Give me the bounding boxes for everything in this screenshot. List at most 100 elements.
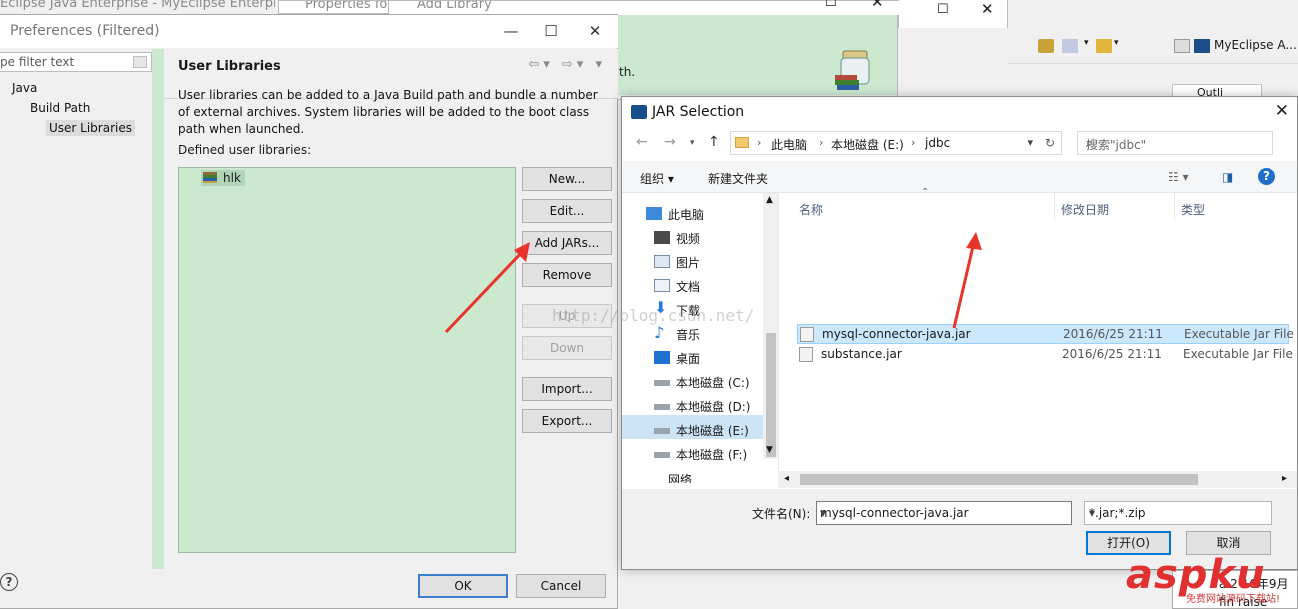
drive-icon bbox=[654, 404, 670, 410]
scroll-left-icon[interactable]: ◂ bbox=[784, 473, 789, 484]
forward-icon[interactable]: → bbox=[664, 134, 676, 150]
close-icon[interactable]: ✕ bbox=[584, 21, 606, 41]
cancel-button[interactable]: Cancel bbox=[516, 574, 606, 598]
properties-window[interactable]: Properties for bbox=[278, 0, 393, 14]
add-library-text: th. bbox=[619, 65, 636, 79]
chevron-down-icon[interactable]: ▾ bbox=[1114, 38, 1119, 48]
nav-item-drive-c[interactable]: 本地磁盘 (C:) bbox=[654, 374, 750, 391]
nav-item-drive-e[interactable]: 本地磁盘 (E:) bbox=[654, 422, 749, 439]
filter-input[interactable]: pe filter text bbox=[0, 52, 152, 72]
chevron-down-icon[interactable]: ▾ bbox=[690, 138, 695, 148]
column-divider[interactable] bbox=[1054, 193, 1055, 219]
preferences-window: Preferences (Filtered) — ☐ ✕ pe filter t… bbox=[0, 14, 618, 609]
chevron-down-icon[interactable]: ▾ bbox=[820, 506, 1066, 520]
remove-button[interactable]: Remove bbox=[522, 263, 612, 287]
dialog-titlebar: JAR Selection ✕ bbox=[622, 97, 1297, 127]
list-item[interactable]: hlk bbox=[201, 170, 245, 186]
chevron-right-icon: › bbox=[819, 136, 824, 149]
new-button[interactable]: New... bbox=[522, 167, 612, 191]
tree-item-build-path[interactable]: Build Path bbox=[30, 101, 90, 115]
table-row[interactable]: substance.jar 2016/6/25 21:11 Executable… bbox=[797, 345, 1293, 365]
minimize-icon[interactable]: — bbox=[500, 21, 522, 41]
chevron-down-icon[interactable]: ▾ bbox=[1084, 38, 1089, 48]
search-input[interactable]: 搜索"jdbc" ⌕ bbox=[1077, 131, 1273, 155]
nav-item-drive-f[interactable]: 本地磁盘 (F:) bbox=[654, 446, 747, 463]
nav-item-pictures[interactable]: 图片 bbox=[654, 254, 700, 271]
nav-item-videos[interactable]: 视频 bbox=[654, 230, 700, 247]
ok-button[interactable]: OK bbox=[418, 574, 508, 598]
column-type[interactable]: 类型 bbox=[1181, 201, 1205, 218]
nav-item-documents[interactable]: 文档 bbox=[654, 278, 700, 295]
nav-item-drive-d[interactable]: 本地磁盘 (D:) bbox=[654, 398, 750, 415]
sort-indicator-icon: ⌃ bbox=[921, 187, 930, 198]
scroll-right-icon[interactable]: ▸ bbox=[1282, 473, 1287, 484]
breadcrumb-jdbc[interactable]: jdbc bbox=[925, 136, 950, 150]
close-icon[interactable]: ✕ bbox=[981, 0, 994, 18]
scrollbar-thumb[interactable] bbox=[800, 474, 1198, 485]
search-icon: ⌕ bbox=[1086, 136, 1093, 150]
nav-item-music[interactable]: ♪ 音乐 bbox=[654, 323, 700, 343]
scroll-up-icon[interactable]: ▲ bbox=[766, 195, 773, 205]
myeclipse-icon bbox=[631, 105, 647, 119]
navigation-pane[interactable]: 此电脑 视频 图片 文档 ⬇ 下载 ♪ 音乐 桌面 本地磁盘 (C:) 本地磁盘 (… bbox=[622, 193, 778, 483]
nav-item-network[interactable]: 网络 bbox=[668, 471, 692, 483]
page-navigation-icons[interactable]: ⇦▾ ⇨▾ ▾ bbox=[528, 57, 606, 72]
workbench-toolbar: ▾ ▾ MyEclipse A... bbox=[1008, 28, 1298, 64]
export-button[interactable]: Export... bbox=[522, 409, 612, 433]
column-name[interactable]: 名称 bbox=[799, 201, 823, 218]
file-list-scrollbar[interactable]: ◂ ▸ bbox=[778, 471, 1297, 488]
chevron-down-icon[interactable]: ▾ bbox=[1027, 136, 1033, 149]
nav-scrollbar[interactable]: ▲ ▼ bbox=[763, 193, 778, 459]
column-divider[interactable] bbox=[1174, 193, 1175, 219]
maximize-icon[interactable]: ☐ bbox=[825, 0, 837, 10]
filename-input[interactable]: mysql-connector-java.jar ▾ bbox=[816, 501, 1072, 525]
sash[interactable] bbox=[152, 49, 164, 569]
site-logo-subtitle: 免费网站源码下载站! bbox=[1186, 594, 1281, 605]
close-icon[interactable]: ✕ bbox=[1275, 101, 1289, 121]
back-icon[interactable]: ← bbox=[636, 134, 648, 150]
add-jars-button[interactable]: Add JARs... bbox=[522, 231, 612, 255]
organize-menu[interactable]: 组织 ▾ bbox=[640, 170, 674, 187]
edit-button[interactable]: Edit... bbox=[522, 199, 612, 223]
tree-item-java[interactable]: Java bbox=[12, 81, 37, 95]
file-name: mysql-connector-java.jar bbox=[822, 327, 971, 341]
table-row[interactable]: mysql-connector-java.jar 2016/6/25 21:11… bbox=[797, 324, 1294, 344]
user-libraries-list[interactable]: hlk bbox=[178, 167, 516, 553]
nav-item-desktop[interactable]: 桌面 bbox=[654, 350, 700, 367]
preview-pane-icon[interactable]: ◨ bbox=[1222, 170, 1233, 184]
import-button[interactable]: Import... bbox=[522, 377, 612, 401]
file-list[interactable]: ⌃ 名称 修改日期 类型 mysql-connector-java.jar 20… bbox=[778, 187, 1297, 473]
maximize-icon[interactable]: ☐ bbox=[540, 21, 562, 41]
open-perspective-icon[interactable] bbox=[1174, 39, 1190, 53]
view-options-icon[interactable]: ☷ ▾ bbox=[1168, 170, 1189, 184]
breadcrumb-this-pc[interactable]: 此电脑 bbox=[771, 136, 807, 153]
defined-libraries-label: Defined user libraries: bbox=[178, 143, 312, 157]
perspective-label[interactable]: MyEclipse A... bbox=[1214, 38, 1297, 52]
breadcrumb-drive-e[interactable]: 本地磁盘 (E:) bbox=[831, 136, 904, 153]
help-icon[interactable]: ? bbox=[0, 573, 18, 591]
address-bar[interactable]: › 此电脑 › 本地磁盘 (E:) › jdbc ▾ ↻ bbox=[730, 131, 1062, 155]
column-date[interactable]: 修改日期 bbox=[1061, 201, 1109, 218]
scroll-down-icon[interactable]: ▼ bbox=[766, 445, 773, 455]
wand-icon[interactable] bbox=[1096, 39, 1112, 53]
refresh-icon[interactable]: ↻ bbox=[1045, 136, 1055, 150]
eclipse-title: Eclipse Java Enterprise - MyEclipse Ente… bbox=[0, 0, 275, 11]
clear-filter-icon[interactable] bbox=[133, 56, 147, 68]
maximize-icon[interactable]: ☐ bbox=[937, 2, 949, 17]
filetype-select[interactable]: *.jar;*.zip ▾ bbox=[1084, 501, 1272, 525]
chevron-down-icon[interactable]: ▾ bbox=[1089, 506, 1266, 520]
properties-title: Properties for bbox=[305, 1, 393, 12]
close-icon[interactable]: ✕ bbox=[871, 0, 884, 11]
package-icon[interactable] bbox=[1038, 39, 1054, 53]
file-name: substance.jar bbox=[821, 347, 902, 361]
run-icon[interactable] bbox=[1062, 39, 1078, 53]
nav-item-this-pc[interactable]: 此电脑 bbox=[646, 206, 704, 223]
tree-item-user-libraries[interactable]: User Libraries bbox=[46, 120, 135, 136]
down-button[interactable]: Down bbox=[522, 336, 612, 360]
new-folder-button[interactable]: 新建文件夹 bbox=[708, 170, 768, 187]
help-icon[interactable]: ? bbox=[1258, 168, 1275, 185]
myeclipse-icon bbox=[1194, 39, 1210, 53]
scrollbar-thumb[interactable] bbox=[766, 333, 776, 457]
up-icon[interactable]: ↑ bbox=[708, 134, 720, 150]
desktop-icon bbox=[654, 351, 670, 364]
